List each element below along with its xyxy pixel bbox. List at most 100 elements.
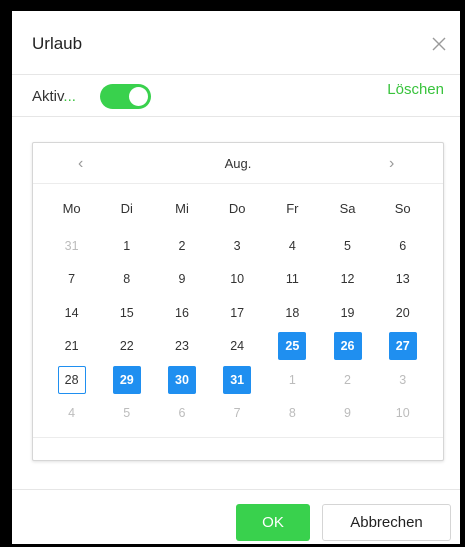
calendar-day[interactable]: 2 (334, 366, 362, 394)
day-cell: 13 (375, 263, 430, 297)
today-day[interactable]: 28 (57, 365, 86, 394)
calendar-day[interactable]: 21 (58, 332, 86, 360)
day-cell: 12 (320, 263, 375, 297)
day-cell: 18 (265, 296, 320, 330)
week-row: 7 8 9 10 11 12 13 (44, 263, 430, 297)
selected-day[interactable]: 26 (333, 332, 362, 361)
day-cell: 28 (44, 363, 99, 397)
day-cell: 16 (154, 296, 209, 330)
calendar-day[interactable]: 17 (223, 299, 251, 327)
calendar-header: ‹ Aug. › (33, 143, 443, 184)
calendar-day[interactable]: 1 (113, 232, 141, 260)
day-cell: 15 (99, 296, 154, 330)
day-cell: 17 (210, 296, 265, 330)
calendar-day[interactable]: 15 (113, 299, 141, 327)
day-cell: 7 (44, 263, 99, 297)
selected-day[interactable]: 25 (278, 332, 307, 361)
day-cell: 6 (154, 397, 209, 431)
day-cell: 23 (154, 330, 209, 364)
day-cell: 5 (320, 229, 375, 263)
calendar-day[interactable]: 20 (389, 299, 417, 327)
weekday-header: Di (120, 201, 133, 216)
selected-day[interactable]: 31 (223, 365, 252, 394)
cancel-button[interactable]: Abbrechen (322, 504, 451, 541)
aktiv-ellipsis: ... (63, 88, 76, 105)
day-cell: 29 (99, 363, 154, 397)
month-label[interactable]: Aug. (33, 156, 443, 171)
calendar-day[interactable]: 14 (58, 299, 86, 327)
calendar-day[interactable]: 7 (58, 265, 86, 293)
calendar-day[interactable]: 4 (58, 399, 86, 427)
next-month-icon[interactable]: › (389, 155, 394, 173)
calendar-day[interactable]: 16 (168, 299, 196, 327)
calendar-day[interactable]: 23 (168, 332, 196, 360)
day-cell: 10 (375, 397, 430, 431)
day-cell: 1 (99, 229, 154, 263)
day-cell: 19 (320, 296, 375, 330)
calendar-day[interactable]: 9 (168, 265, 196, 293)
selected-day[interactable]: 27 (388, 332, 417, 361)
day-cell: 10 (210, 263, 265, 297)
day-cell: 27 (375, 330, 430, 364)
calendar-day[interactable]: 11 (278, 265, 306, 293)
calendar-day[interactable]: 19 (334, 299, 362, 327)
calendar-day[interactable]: 5 (334, 232, 362, 260)
day-cell: 21 (44, 330, 99, 364)
ok-button[interactable]: OK (236, 504, 310, 541)
aktiv-label: Aktiv... (32, 88, 76, 105)
calendar-day[interactable]: 10 (223, 265, 251, 293)
calendar-day[interactable]: 22 (113, 332, 141, 360)
day-cell: 9 (320, 397, 375, 431)
weekday-header: Mo (62, 201, 81, 216)
day-cell: 1 (265, 363, 320, 397)
day-cell: 31 (210, 363, 265, 397)
calendar-day[interactable]: 3 (223, 232, 251, 260)
selected-day[interactable]: 29 (112, 365, 141, 394)
aktiv-toggle[interactable] (100, 84, 151, 109)
day-cell: 4 (265, 229, 320, 263)
calendar-day[interactable]: 6 (168, 399, 196, 427)
calendar-day[interactable]: 24 (223, 332, 251, 360)
week-row: 14 15 16 17 18 19 20 (44, 296, 430, 330)
calendar-day[interactable]: 2 (168, 232, 196, 260)
weekday-header: Mi (175, 201, 189, 216)
week-row: 28 29 30 31 1 2 3 (44, 363, 430, 397)
calendar-day[interactable]: 12 (334, 265, 362, 293)
weekday-header: So (394, 201, 411, 216)
day-cell: 30 (154, 363, 209, 397)
calendar-day[interactable]: 8 (278, 399, 306, 427)
calendar-day[interactable]: 10 (389, 399, 417, 427)
day-cell: 8 (99, 263, 154, 297)
day-cell: 20 (375, 296, 430, 330)
calendar-day[interactable]: 31 (58, 232, 86, 260)
dialog-title: Urlaub (32, 34, 83, 53)
delete-link[interactable]: Löschen (387, 81, 444, 98)
calendar-day[interactable]: 3 (389, 366, 417, 394)
calendar-day[interactable]: 18 (278, 299, 306, 327)
weekday-header: Sa (339, 201, 356, 216)
calendar-day[interactable]: 5 (113, 399, 141, 427)
day-cell: 24 (210, 330, 265, 364)
close-icon[interactable] (430, 35, 448, 53)
day-cell: 3 (375, 363, 430, 397)
weekday-row: Mo Di Mi Do Fr Sa So (44, 201, 430, 216)
day-cell: 6 (375, 229, 430, 263)
calendar-day[interactable]: 1 (278, 366, 306, 394)
calendar-day[interactable]: 4 (278, 232, 306, 260)
calendar-day[interactable]: 13 (389, 265, 417, 293)
date-picker: ‹ Aug. › Mo Di Mi Do Fr Sa So 31 1 2 3 4 5 6 7 8 9 10 11 1… (32, 142, 444, 461)
selected-day[interactable]: 30 (167, 365, 196, 394)
day-cell: 25 (265, 330, 320, 364)
day-cell: 14 (44, 296, 99, 330)
calendar-day[interactable]: 9 (334, 399, 362, 427)
week-row: 21 22 23 24 25 26 27 (44, 330, 430, 364)
header-divider (12, 74, 460, 75)
calendar-day[interactable]: 7 (223, 399, 251, 427)
day-cell: 2 (320, 363, 375, 397)
calendar-day[interactable]: 8 (113, 265, 141, 293)
footer-divider (12, 489, 460, 490)
day-cell: 9 (154, 263, 209, 297)
weekday-header: Do (228, 201, 246, 216)
day-cell: 22 (99, 330, 154, 364)
calendar-day[interactable]: 6 (389, 232, 417, 260)
